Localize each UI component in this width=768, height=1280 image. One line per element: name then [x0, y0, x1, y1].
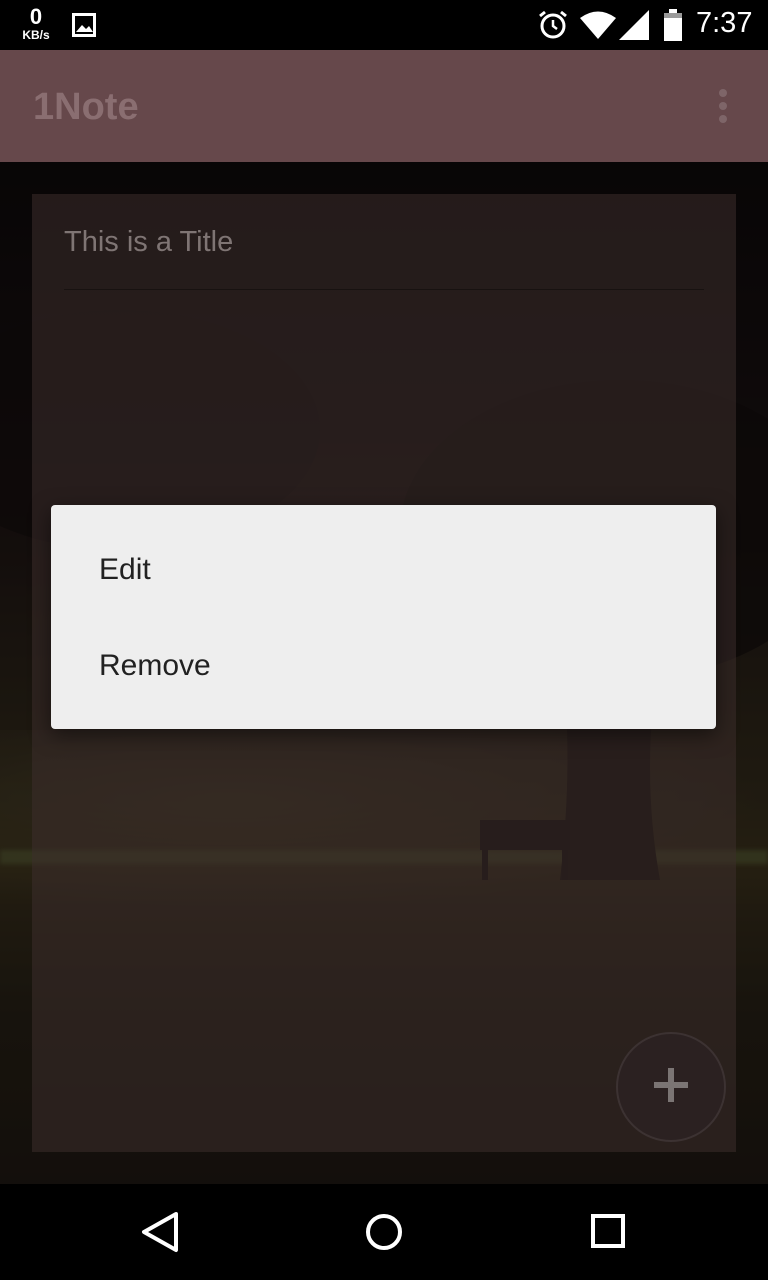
network-speed-unit: KB/s: [22, 28, 50, 42]
menu-item-edit-label: Edit: [99, 553, 151, 586]
status-bar: 0 KB/s 7:37: [0, 0, 768, 50]
app-title: 1Note: [33, 86, 139, 128]
status-clock: 7:37: [696, 7, 753, 39]
add-note-button[interactable]: [616, 1032, 726, 1142]
note-context-menu: Edit Remove: [51, 505, 716, 729]
network-speed-indicator: 0 KB/s: [18, 4, 54, 42]
plus-icon: [652, 1066, 690, 1109]
more-vert-icon[interactable]: [716, 88, 730, 133]
network-speed-value: 0: [29, 4, 43, 29]
signal-icon: [619, 10, 649, 45]
recents-icon[interactable]: [590, 1213, 626, 1254]
back-icon[interactable]: [140, 1211, 180, 1258]
battery-icon: [663, 9, 683, 46]
wifi-icon: [580, 11, 616, 44]
home-icon[interactable]: [363, 1211, 405, 1258]
menu-item-remove-label: Remove: [99, 649, 211, 682]
alarm-icon: [537, 9, 569, 46]
app-bar: 1Note: [0, 50, 768, 162]
menu-item-edit[interactable]: Edit: [51, 522, 716, 618]
note-title-divider: [64, 289, 704, 290]
system-navigation-bar: [0, 1184, 768, 1280]
gallery-icon: [72, 13, 96, 42]
note-title: This is a Title: [64, 226, 234, 258]
menu-item-remove[interactable]: Remove: [51, 618, 716, 714]
